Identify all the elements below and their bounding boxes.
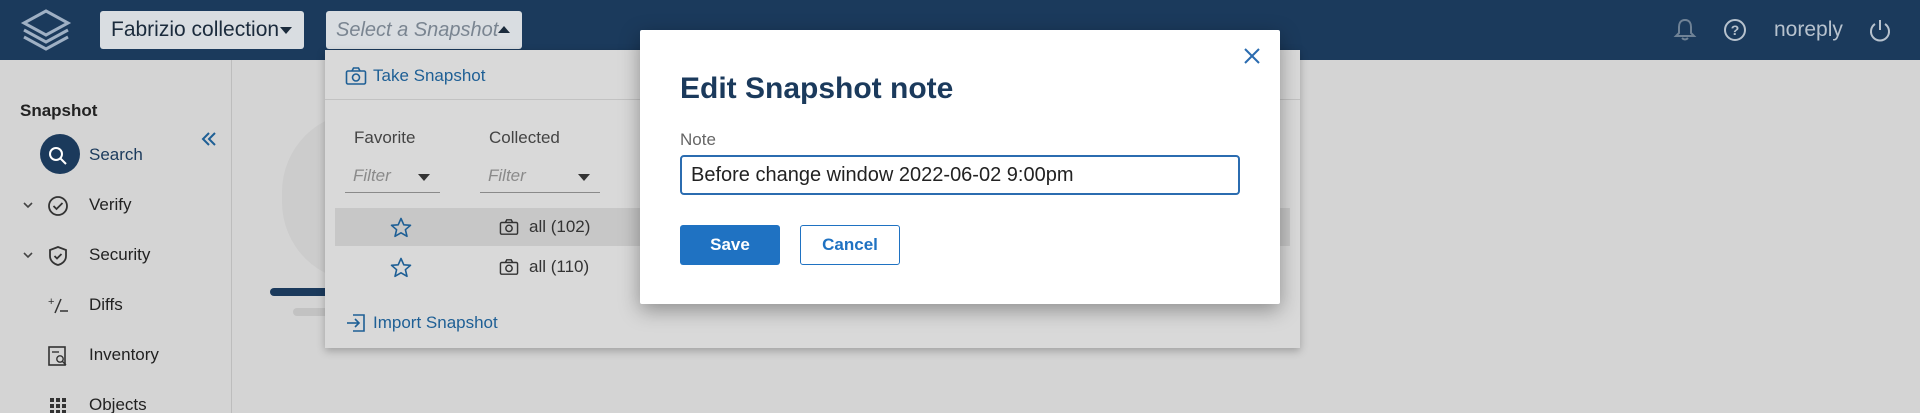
sidebar-item-objects[interactable]: Objects [0,385,232,413]
sidebar-item-label: Objects [89,395,147,413]
snapshot-row-label: all (110) [529,257,590,276]
take-snapshot-link[interactable]: Take Snapshot [345,66,485,86]
snapshot-placeholder: Select a Snapshot [336,18,499,41]
filter-placeholder: Filter [488,166,526,185]
grid-icon [50,398,66,413]
camera-icon [345,67,367,85]
diff-icon: + [48,296,68,314]
search-icon [49,147,67,165]
shield-icon [49,246,67,266]
edit-note-modal: Edit Snapshot note Note Save Cancel [640,30,1280,304]
note-input[interactable] [680,155,1240,195]
sidebar-item-inventory[interactable]: Inventory [0,335,232,375]
svg-text:+: + [48,296,54,308]
sidebar-heading: Snapshot [20,101,98,120]
note-field-label: Note [680,130,716,149]
filter-placeholder: Filter [353,166,391,185]
sidebar-item-label: Security [89,245,151,264]
favorite-filter[interactable]: Filter [345,161,440,193]
snapshot-row-label: all (102) [529,217,591,236]
take-snapshot-label: Take Snapshot [373,66,486,85]
chevron-down-icon[interactable] [22,199,34,211]
username[interactable]: noreply [1774,18,1843,42]
import-icon [347,314,365,332]
snapshot-selector[interactable]: Select a Snapshot [326,11,522,49]
camera-icon [499,259,519,275]
column-header-collected[interactable]: Collected [489,128,560,148]
cancel-button[interactable]: Cancel [800,225,900,265]
sidebar-item-label: Inventory [89,345,159,364]
save-button[interactable]: Save [680,225,780,265]
caret-down-icon [280,27,292,34]
caret-up-icon [498,26,510,33]
svg-text:?: ? [1731,22,1740,38]
camera-icon [499,219,519,235]
sidebar-item-diffs[interactable]: + Diffs [0,285,232,325]
help-icon[interactable]: ? [1722,17,1748,43]
collection-label: Fabrizio collection [111,18,280,41]
background-bar [270,288,332,296]
app-logo-icon[interactable] [18,8,74,52]
column-header-favorite[interactable]: Favorite [354,128,415,148]
import-snapshot-link[interactable]: Import Snapshot [345,312,498,334]
import-snapshot-label: Import Snapshot [373,313,498,332]
sidebar-item-label: Diffs [89,295,123,314]
sidebar-item-security[interactable]: Security [0,235,232,275]
chevron-down-icon[interactable] [22,249,34,261]
star-icon[interactable] [389,256,413,280]
power-icon[interactable] [1867,17,1893,43]
collection-selector[interactable]: Fabrizio collection [100,11,304,49]
close-icon[interactable] [1240,44,1264,68]
modal-title: Edit Snapshot note [680,72,954,105]
collected-filter[interactable]: Filter [480,161,600,193]
caret-down-icon [418,174,430,181]
check-circle-icon [48,196,68,216]
sidebar-item-search[interactable]: Search [0,134,232,175]
sidebar-item-verify[interactable]: Verify [0,185,232,225]
sidebar-item-label: Search [89,145,143,164]
caret-down-icon [578,174,590,181]
inventory-icon [48,346,67,366]
star-icon[interactable] [389,216,413,240]
sidebar-item-label: Verify [89,195,132,214]
bell-icon[interactable] [1672,17,1698,43]
